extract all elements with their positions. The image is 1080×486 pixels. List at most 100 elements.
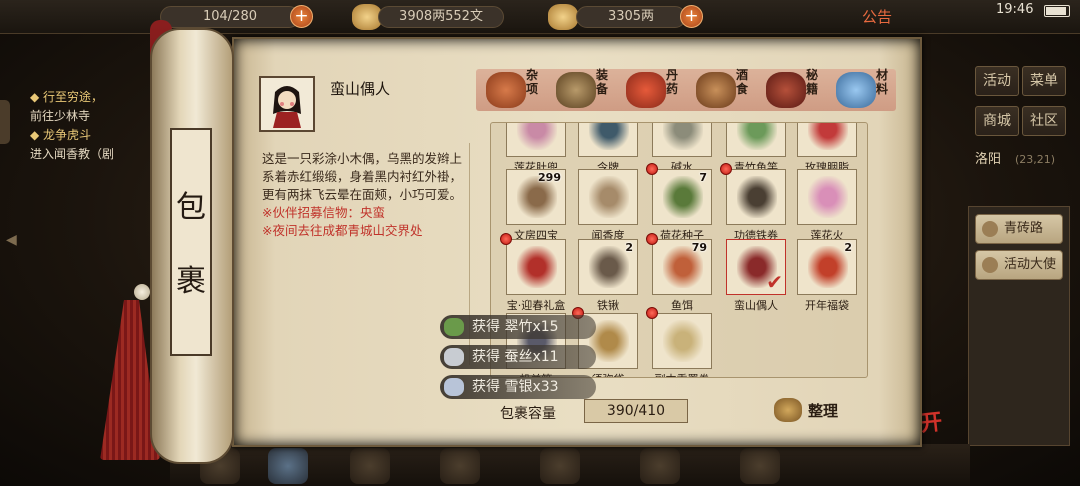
recruit-note: ※伙伴招募信物：央蛮 — [262, 205, 385, 220]
community-button[interactable]: 社区 — [1022, 106, 1066, 136]
sort-label: 整理 — [808, 402, 839, 420]
inventory-grid[interactable]: 莲花肚兜 令牌 碱水 青竹鱼竿 玫瑰胭脂 299 文房四宝 闻香度 7 荷花种子 功德铁券 莲花火 宝·… — [490, 122, 868, 378]
silver-ingot-icon — [548, 4, 578, 30]
item-name: 开年福袋 — [805, 299, 849, 312]
tab-misc[interactable]: 杂项 — [482, 64, 546, 114]
quest-title: ◆ 行至穷途， — [30, 90, 104, 104]
item-name: 副本重置券 — [645, 371, 719, 377]
inventory-slot[interactable] — [797, 169, 857, 225]
inventory-slot[interactable] — [506, 239, 566, 295]
tab-equipment[interactable]: 装备 — [552, 64, 616, 114]
dock-icon[interactable] — [740, 448, 780, 484]
item-icon — [663, 320, 703, 362]
item-icon — [808, 176, 848, 218]
new-item-dot — [646, 307, 658, 319]
inventory-slot[interactable] — [652, 123, 712, 157]
road-chip[interactable]: 青砖路 — [975, 214, 1063, 244]
location-name: 洛阳 — [975, 152, 1002, 167]
ambassador-chip-label: 活动大使 — [1004, 257, 1057, 272]
collapse-arrow-icon[interactable]: ◀ — [6, 232, 17, 248]
silver-icon — [444, 378, 464, 396]
item-icon — [737, 176, 777, 218]
doll-icon — [261, 78, 313, 130]
tab-label: 杂项 — [526, 68, 539, 96]
quest-tracker[interactable]: ◆ 行至穷途， 前往少林寺 ◆ 龙争虎斗 进入闻香教（剧 — [30, 88, 170, 164]
toast-text: 获得 雪银x33 — [472, 379, 559, 395]
quest-title: ◆ 龙争虎斗 — [30, 128, 92, 142]
clock: 19:46 — [996, 2, 1034, 17]
bamboo-icon — [444, 318, 464, 336]
dock-icon[interactable] — [640, 448, 680, 484]
item-name: 宝·迎春礼盒 — [506, 299, 566, 312]
new-item-dot — [720, 163, 732, 175]
inventory-slot[interactable]: ✔ — [726, 239, 786, 295]
new-item-dot — [646, 233, 658, 245]
quest-detail: 进入闻香教（剧 — [30, 147, 115, 161]
inventory-slot[interactable]: 7 — [652, 169, 712, 225]
inventory-slot[interactable] — [726, 169, 786, 225]
inventory-slot[interactable]: 2 — [578, 239, 638, 295]
item-icon — [589, 123, 629, 150]
tab-manuals[interactable]: 秘籍 — [762, 64, 826, 114]
inventory-slot[interactable] — [506, 123, 566, 157]
add-stamina-button[interactable]: + — [290, 5, 313, 28]
location-coords: (23,21) — [1015, 153, 1056, 166]
silk-icon — [444, 348, 464, 366]
tab-materials[interactable]: 材料 — [832, 64, 896, 114]
selected-item-portrait — [259, 76, 315, 132]
new-item-dot — [646, 163, 658, 175]
inventory-slot[interactable] — [797, 123, 857, 157]
dock-icon[interactable] — [540, 448, 580, 484]
item-icon — [663, 123, 703, 150]
inventory-slot[interactable]: 299 — [506, 169, 566, 225]
activity-button[interactable]: 活动 — [975, 66, 1019, 96]
capacity-label: 包裹容量 — [500, 406, 556, 422]
jar-icon — [486, 72, 526, 108]
tab-label: 酒食 — [736, 68, 749, 96]
side-collapse-tab[interactable] — [0, 100, 10, 144]
description-text: 这是一只彩涂小木偶，乌黑的发辫上系着赤红缎缎，身着黑内衬红外褂，更有两抹飞云晕在… — [262, 151, 463, 202]
crystal-icon — [836, 72, 876, 108]
tab-label: 材料 — [876, 68, 889, 96]
toast-text: 获得 翠竹x15 — [472, 319, 559, 335]
selected-item-name: 蛮山偶人 — [330, 80, 391, 98]
scroll-title-plate — [170, 128, 212, 356]
reward-toast: 获得 翠竹x15 — [440, 315, 596, 339]
add-silver-button[interactable]: + — [680, 5, 703, 28]
weapon-icon — [556, 72, 596, 108]
item-count: 2 — [625, 241, 633, 254]
menu-button[interactable]: 菜单 — [1022, 66, 1066, 96]
tab-pills[interactable]: 丹药 — [622, 64, 686, 114]
silver-counter: 3305两 — [576, 6, 686, 28]
scroll-title-char: 包 — [176, 190, 206, 225]
item-count: 2 — [844, 241, 852, 254]
road-icon — [982, 221, 998, 237]
inventory-slot[interactable] — [652, 313, 712, 369]
food-icon — [696, 72, 736, 108]
stamina-counter: 104/280 — [160, 6, 300, 28]
tab-food[interactable]: 酒食 — [692, 64, 756, 114]
item-icon — [663, 176, 703, 218]
inventory-slot[interactable] — [726, 123, 786, 157]
inventory-slot[interactable]: 2 — [797, 239, 857, 295]
reward-toast: 获得 蚕丝x11 — [440, 345, 596, 369]
tab-label: 装备 — [596, 68, 609, 96]
event-ambassador-chip[interactable]: 活动大使 — [975, 250, 1063, 280]
inventory-slot[interactable] — [578, 123, 638, 157]
notice-button[interactable]: 公告 — [862, 6, 892, 27]
selected-check-icon: ✔ — [766, 270, 783, 294]
dock-icon[interactable] — [268, 448, 308, 484]
location-display[interactable]: 洛阳 (23,21) — [975, 148, 1065, 172]
battery-icon — [1044, 5, 1070, 17]
inventory-slot[interactable] — [578, 169, 638, 225]
money-counter: 3908两552文 — [378, 6, 504, 28]
sort-button[interactable]: 整理 — [774, 396, 844, 424]
dock-icon[interactable] — [350, 448, 390, 484]
inventory-slot[interactable]: 79 — [652, 239, 712, 295]
location-note: ※夜间去往成都青城山交界处 — [262, 223, 423, 238]
new-item-dot — [500, 233, 512, 245]
dock-icon[interactable] — [440, 448, 480, 484]
quest-detail: 前往少林寺 — [30, 109, 91, 123]
item-count: 79 — [691, 241, 707, 254]
shop-button[interactable]: 商城 — [975, 106, 1019, 136]
